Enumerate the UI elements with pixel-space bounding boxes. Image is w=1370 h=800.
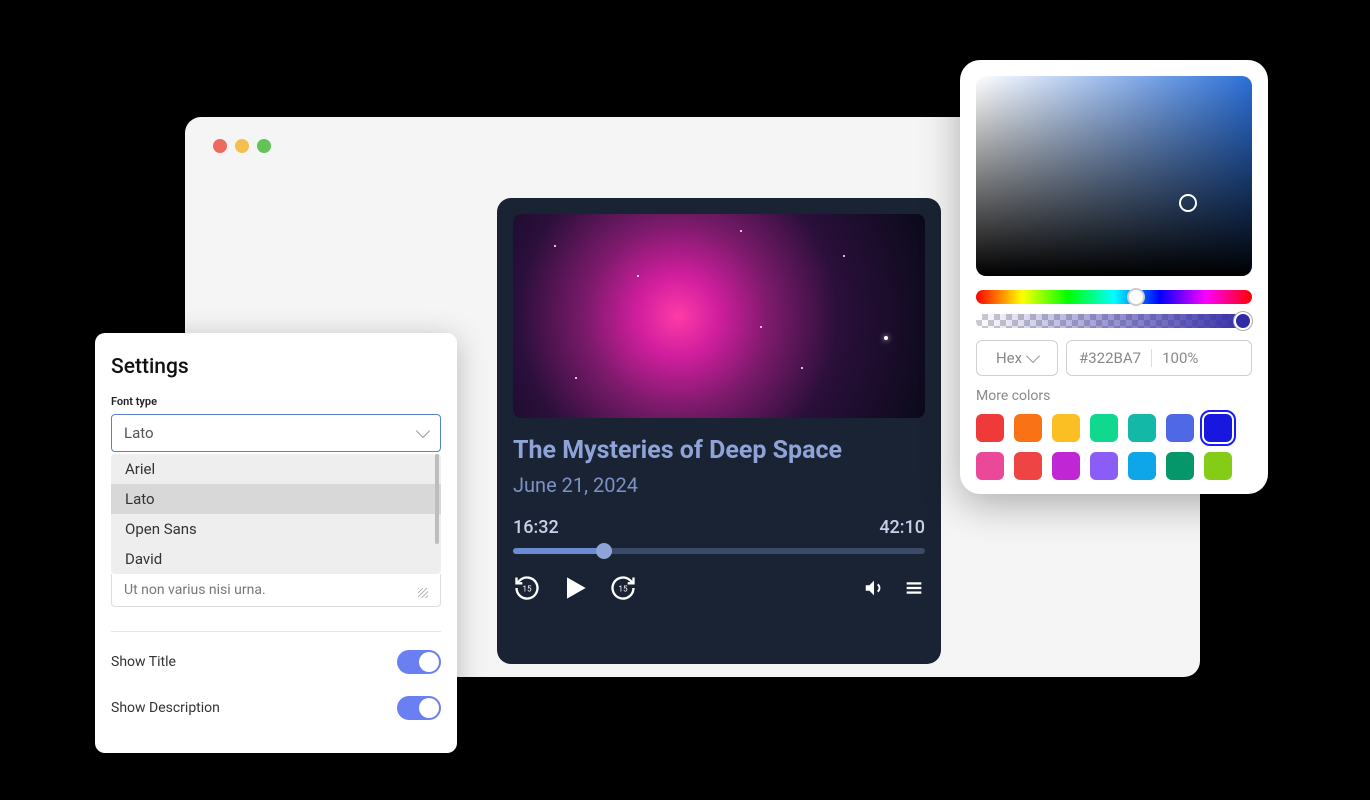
font-option[interactable]: David xyxy=(111,544,441,574)
svg-text:15: 15 xyxy=(618,584,628,594)
volume-button[interactable] xyxy=(863,577,885,599)
menu-button[interactable] xyxy=(903,577,925,599)
chevron-down-icon xyxy=(1026,349,1040,363)
forward-15-button[interactable]: 15 xyxy=(609,574,637,602)
textarea-value: Ut non varius nisi urna. xyxy=(124,582,266,598)
hex-input[interactable]: #322BA7 100% xyxy=(1066,340,1252,376)
progress-bar[interactable] xyxy=(513,548,925,554)
close-dot[interactable] xyxy=(213,139,227,153)
color-swatch[interactable] xyxy=(1090,452,1118,480)
total-time: 42:10 xyxy=(879,517,925,538)
color-swatch[interactable] xyxy=(1128,452,1156,480)
hex-value: #322BA7 xyxy=(1079,349,1141,367)
play-button[interactable] xyxy=(559,572,591,604)
swatch-grid xyxy=(976,414,1252,480)
scrollbar[interactable] xyxy=(435,454,439,544)
color-swatch[interactable] xyxy=(1052,452,1080,480)
resize-handle-icon[interactable] xyxy=(418,588,428,598)
divider xyxy=(111,631,441,632)
minimize-dot[interactable] xyxy=(235,139,249,153)
color-format-select[interactable]: Hex xyxy=(976,340,1058,376)
toggle-label: Show Description xyxy=(111,700,220,716)
color-swatch[interactable] xyxy=(1166,452,1194,480)
color-swatch[interactable] xyxy=(1128,414,1156,442)
format-label: Hex xyxy=(996,349,1022,367)
more-colors-label: More colors xyxy=(976,388,1252,404)
font-option[interactable]: Lato xyxy=(111,484,441,514)
color-swatch[interactable] xyxy=(1052,414,1080,442)
color-swatch[interactable] xyxy=(1014,414,1042,442)
player-artwork xyxy=(513,214,925,418)
maximize-dot[interactable] xyxy=(257,139,271,153)
alpha-slider[interactable] xyxy=(976,314,1252,328)
color-picker: Hex #322BA7 100% More colors xyxy=(960,60,1268,494)
color-swatch[interactable] xyxy=(1166,414,1194,442)
color-swatch[interactable] xyxy=(1090,414,1118,442)
toggle-label: Show Title xyxy=(111,654,176,670)
chevron-down-icon xyxy=(416,424,430,438)
elapsed-time: 16:32 xyxy=(513,517,559,538)
color-swatch[interactable] xyxy=(976,414,1004,442)
saturation-value-area[interactable] xyxy=(976,76,1252,276)
font-select-value: Lato xyxy=(124,424,154,442)
color-swatch[interactable] xyxy=(1014,452,1042,480)
color-swatch[interactable] xyxy=(1204,452,1232,480)
alpha-thumb[interactable] xyxy=(1234,312,1252,330)
svg-text:15: 15 xyxy=(522,584,532,594)
settings-title: Settings xyxy=(111,355,441,379)
episode-title: The Mysteries of Deep Space xyxy=(513,436,925,465)
sv-cursor[interactable] xyxy=(1179,194,1197,212)
font-option[interactable]: Open Sans xyxy=(111,514,441,544)
episode-date: June 21, 2024 xyxy=(513,473,925,497)
progress-thumb[interactable] xyxy=(596,543,612,559)
hue-thumb[interactable] xyxy=(1127,288,1145,306)
show-description-toggle[interactable] xyxy=(397,696,441,720)
show-title-toggle[interactable] xyxy=(397,650,441,674)
font-option[interactable]: Ariel xyxy=(111,454,441,484)
color-swatch[interactable] xyxy=(976,452,1004,480)
description-textarea[interactable]: Ut non varius nisi urna. xyxy=(111,574,441,607)
settings-panel: Settings Font type Lato Ariel Lato Open … xyxy=(95,333,457,753)
hue-slider[interactable] xyxy=(976,290,1252,304)
color-swatch[interactable] xyxy=(1204,414,1232,442)
font-select[interactable]: Lato xyxy=(111,414,441,452)
font-type-label: Font type xyxy=(111,395,441,408)
rewind-15-button[interactable]: 15 xyxy=(513,574,541,602)
opacity-value: 100% xyxy=(1162,349,1198,367)
font-dropdown: Ariel Lato Open Sans David xyxy=(111,454,441,574)
media-player: The Mysteries of Deep Space June 21, 202… xyxy=(497,198,941,664)
